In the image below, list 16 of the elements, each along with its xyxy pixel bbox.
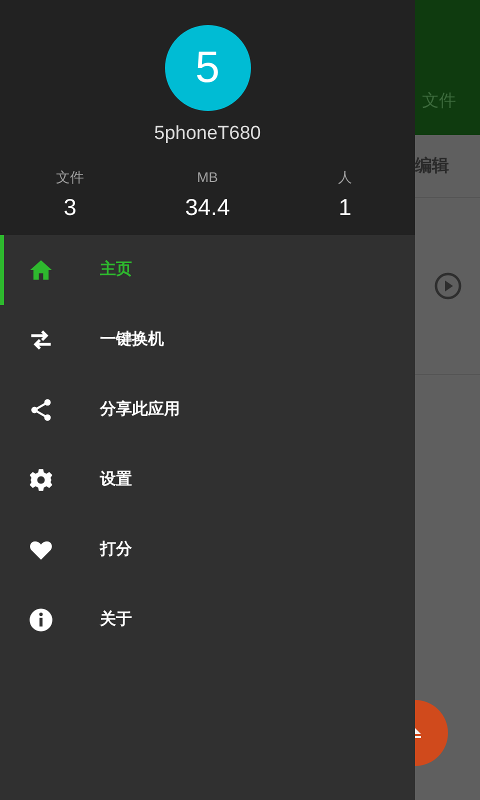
stat-label: MB (197, 168, 218, 186)
menu-item[interactable]: 设置 (0, 445, 415, 515)
device-name: 5phoneT680 (154, 122, 261, 146)
menu-item[interactable]: 一键换机 (0, 305, 415, 375)
stat-label: 文件 (56, 168, 84, 186)
stat-value: 1 (338, 192, 352, 222)
menu-item[interactable]: 分享此应用 (0, 375, 415, 445)
stat-label: 人 (338, 168, 352, 186)
menu-item[interactable]: 打分 (0, 515, 415, 585)
stat-value: 34.4 (185, 192, 230, 222)
play-icon[interactable] (434, 272, 462, 300)
info-icon (28, 607, 54, 633)
settings-icon (28, 467, 54, 493)
menu-item[interactable]: 关于 (0, 585, 415, 655)
avatar: 5 (164, 25, 250, 111)
stat-value: 3 (64, 192, 76, 222)
